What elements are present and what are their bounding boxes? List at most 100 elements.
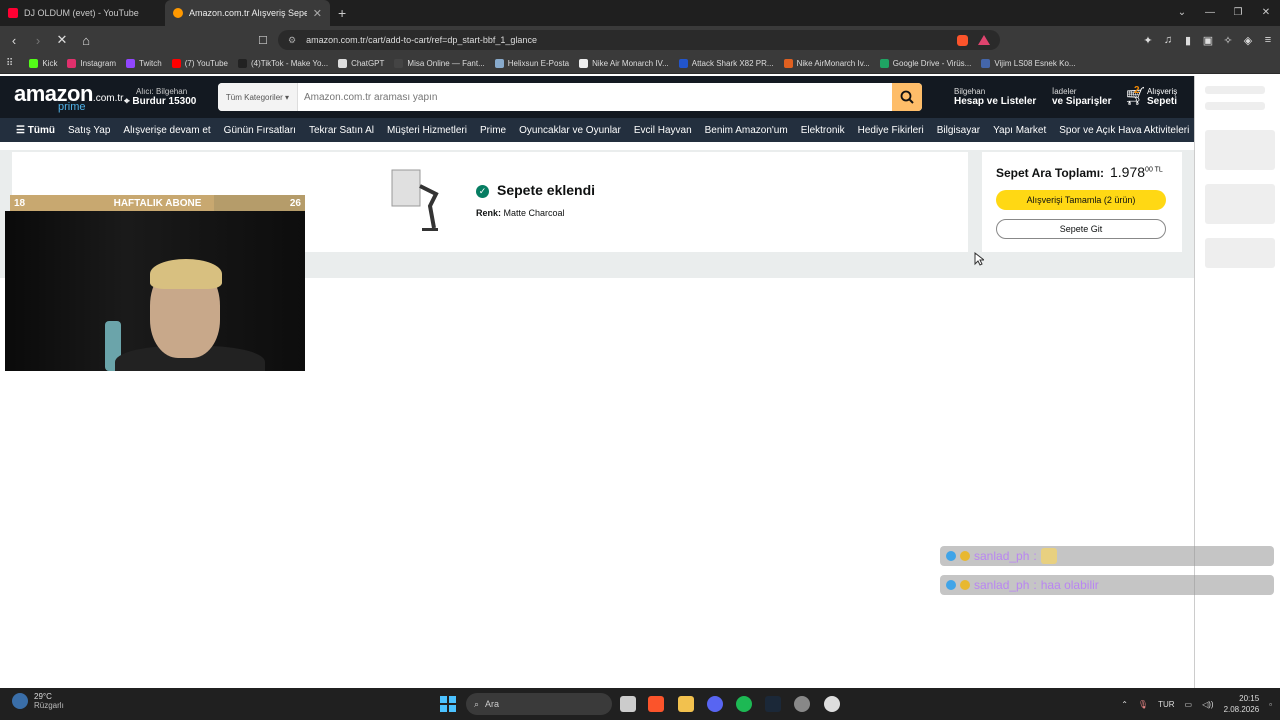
amazon-nav: ☰ Tümü Satış Yap Alışverişe devam et Gün… (0, 118, 1194, 142)
task-view-icon[interactable] (620, 696, 636, 712)
site-info-icon[interactable]: ⚙ (288, 35, 296, 46)
clock[interactable]: 20:15 2.08.2026 (1224, 693, 1260, 715)
leo-ai-icon[interactable]: ✧ (1222, 34, 1234, 47)
nav-item[interactable]: Tekrar Satın Al (309, 125, 374, 136)
bookmark-vijim[interactable]: Vijim LS08 Esnek Ko... (981, 59, 1076, 68)
bookmark-instagram[interactable]: Instagram (67, 59, 116, 68)
amazon-logo[interactable]: amazon.com.tr prime (14, 81, 123, 113)
url-bar[interactable]: ☐ ⚙ amazon.com.tr/cart/add-to-cart/ref=d… (258, 30, 1000, 50)
bookmark-misa[interactable]: Misa Online — Fant... (394, 59, 485, 68)
twitch-icon (126, 59, 136, 68)
nav-item[interactable]: Prime (480, 125, 506, 136)
maximize-icon[interactable]: ❐ (1224, 0, 1252, 26)
brave-shield-icon[interactable] (957, 34, 968, 46)
nav-item[interactable]: Spor ve Açık Hava Aktiviteleri (1059, 125, 1189, 136)
bookmark-icon[interactable]: ☐ (258, 34, 268, 47)
network-icon[interactable]: ▭ (1185, 700, 1193, 709)
back-icon[interactable]: ‹ (4, 33, 24, 48)
url-text[interactable]: amazon.com.tr/cart/add-to-cart/ref=dp_st… (306, 35, 947, 45)
vpn-icon[interactable]: ◈ (1242, 34, 1254, 47)
streamer-hair (150, 259, 222, 289)
tab-amazon[interactable]: Amazon.com.tr Alışveriş Sepeti ✕ (165, 0, 330, 26)
account-menu[interactable]: Bilgehan Hesap ve Listeler (954, 87, 1036, 107)
start-button[interactable] (440, 696, 456, 712)
steelseries-icon[interactable] (824, 696, 840, 712)
language-indicator[interactable]: TUR (1158, 700, 1174, 709)
bookmark-attack-shark[interactable]: Attack Shark X82 PR... (678, 59, 774, 68)
window-controls: ⌄ — ❐ ✕ (1168, 0, 1280, 26)
weekly-sub-goal: 18 HAFTALIK ABONE 26 (10, 195, 305, 211)
home-icon[interactable]: ⌂ (76, 33, 96, 48)
discord-icon[interactable] (707, 696, 723, 712)
extensions-icon[interactable]: ✦ (1142, 34, 1154, 47)
obs-icon[interactable] (794, 696, 810, 712)
nav-item[interactable]: Elektronik (801, 125, 845, 136)
weather-icon (12, 693, 28, 709)
badge-icon (946, 580, 956, 590)
bookmark-kick[interactable]: Kick (29, 59, 57, 68)
orders-link[interactable]: İadeler ve Siparişler (1052, 87, 1111, 107)
nike-icon (783, 59, 793, 68)
search-button[interactable] (892, 83, 922, 111)
weather-widget[interactable]: 29°C Rüzgarlı (12, 692, 64, 710)
minimize-icon[interactable]: — (1196, 0, 1224, 26)
helixsun-icon (494, 59, 504, 68)
close-window-icon[interactable]: ✕ (1252, 0, 1280, 26)
nav-item[interactable]: Hediye Fikirleri (858, 125, 924, 136)
media-icon[interactable]: ♫ (1162, 34, 1174, 46)
brave-icon[interactable] (648, 696, 664, 712)
chat-message: sanlad_ph: haa olabilir (940, 575, 1274, 595)
menu-icon[interactable]: ≡ (1262, 34, 1274, 46)
nav-item[interactable]: Oyuncaklar ve Oyunlar (519, 125, 621, 136)
added-title: Sepete eklendi (497, 182, 596, 198)
nav-item[interactable]: Yapı Market (993, 125, 1046, 136)
bookmark-chatgpt[interactable]: ChatGPT (338, 59, 384, 68)
volume-icon[interactable]: ◁)) (1202, 700, 1213, 709)
go-to-cart-button[interactable]: Sepete Git (996, 219, 1166, 239)
nav-item[interactable]: Günün Fırsatları (224, 125, 296, 136)
bookmark-google-drive[interactable]: Google Drive - Virüs... (879, 59, 971, 68)
apps-grid-icon[interactable]: ⠿ (6, 58, 13, 69)
nav-item[interactable]: Benim Amazon'um (705, 125, 788, 136)
badge-icon (960, 580, 970, 590)
notifications-icon[interactable]: ▫ (1269, 700, 1272, 709)
file-explorer-icon[interactable] (678, 696, 694, 712)
taskbar-search[interactable]: ⌕ Ara (466, 693, 612, 715)
tray-overflow-icon[interactable]: ⌃ (1121, 700, 1128, 709)
bookmark-youtube[interactable]: (7) YouTube (171, 59, 228, 68)
tab-youtube[interactable]: DJ OLDUM (evet) - YouTube (0, 0, 165, 26)
sidebar-icon[interactable]: ▮ (1182, 34, 1194, 47)
nike-icon (579, 59, 589, 68)
product-image[interactable] (390, 166, 450, 236)
bookmark-nike-2[interactable]: Nike AirMonarch Iv... (783, 59, 870, 68)
product-color: Renk: Matte Charcoal (476, 208, 565, 218)
nav-item[interactable]: Alışverişe devam et (123, 125, 210, 136)
badge-icon (960, 551, 970, 561)
bookmark-nike-1[interactable]: Nike Air Monarch IV... (579, 59, 669, 68)
search-input[interactable] (298, 83, 892, 111)
forward-icon[interactable]: › (28, 33, 48, 48)
new-tab-button[interactable]: + (338, 5, 346, 21)
skeleton-block (1205, 238, 1275, 268)
bookmark-twitch[interactable]: Twitch (126, 59, 162, 68)
microphone-icon[interactable]: 🎙︎ (1138, 700, 1148, 709)
stop-icon[interactable]: ✕ (52, 32, 72, 48)
brave-rewards-icon[interactable] (978, 35, 990, 45)
bookmark-tiktok[interactable]: (4)TikTok - Make Yo... (238, 59, 328, 68)
nav-item[interactable]: Evcil Hayvan (634, 125, 692, 136)
wallet-icon[interactable]: ▣ (1202, 34, 1214, 47)
spotify-icon[interactable] (736, 696, 752, 712)
cart-link[interactable]: Alışveriş Sepeti (1147, 87, 1177, 107)
bookmark-helixsun[interactable]: Helixsun E-Posta (494, 59, 569, 68)
nav-item[interactable]: Müşteri Hizmetleri (387, 125, 467, 136)
tab-search-icon[interactable]: ⌄ (1168, 0, 1196, 26)
nav-item[interactable]: Bilgisayar (937, 125, 980, 136)
checkout-button[interactable]: Alışverişi Tamamla (2 ürün) (996, 190, 1166, 210)
search-category-select[interactable]: Tüm Kategoriler ▾ (218, 83, 298, 111)
deliver-to[interactable]: Alıcı: Bilgehan ⌖ Burdur 15300 (124, 87, 214, 107)
close-tab-icon[interactable]: ✕ (313, 7, 322, 20)
nav-item[interactable]: Satış Yap (68, 125, 110, 136)
subtotal-panel: Sepet Ara Toplamı: 1.97800 TL Alışverişi… (982, 152, 1182, 252)
nav-all[interactable]: ☰ Tümü (16, 125, 55, 136)
steam-icon[interactable] (765, 696, 781, 712)
